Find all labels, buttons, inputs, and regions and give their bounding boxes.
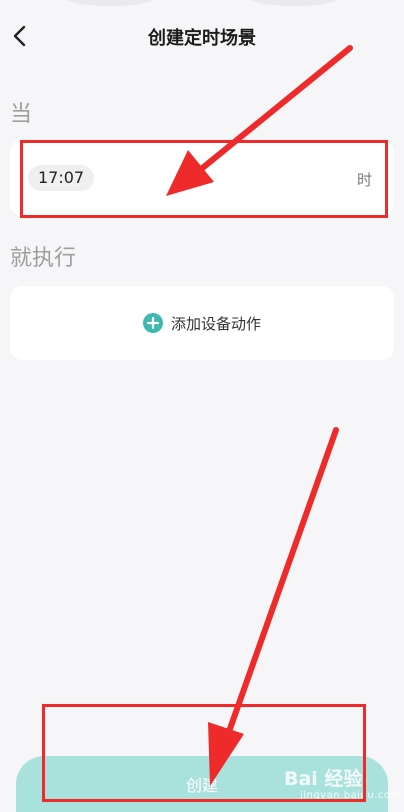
when-section-label: 当 (10, 102, 33, 127)
do-section-label: 就执行 (10, 246, 77, 271)
annotation-arrows (166, 45, 353, 786)
annotation-box-create (42, 704, 366, 802)
annotation-box-time (20, 140, 388, 218)
top-decoration-right (249, 0, 339, 6)
plus-circle-icon (142, 313, 163, 333)
page-title: 创建定时场景 (148, 28, 256, 49)
header-bar: 创建定时场景 (0, 18, 404, 54)
top-decoration-left (65, 0, 155, 6)
add-action-label: 添加设备动作 (170, 314, 261, 333)
add-device-action-button[interactable]: 添加设备动作 (10, 286, 394, 360)
